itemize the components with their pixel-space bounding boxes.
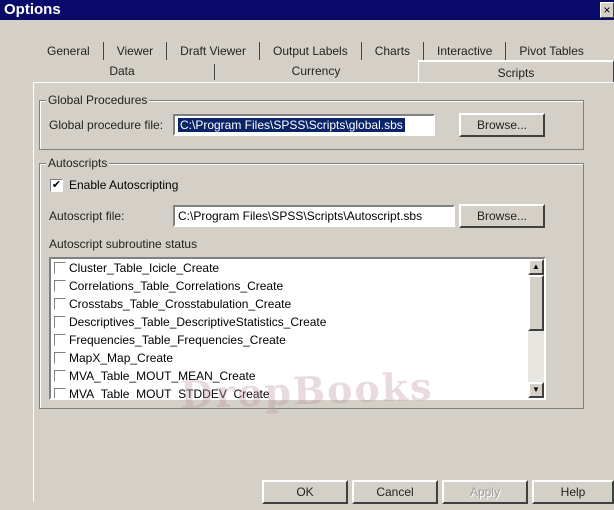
options-dialog: Options × General Viewer Draft Viewer Ou…	[0, 0, 614, 510]
scroll-thumb[interactable]	[528, 275, 544, 331]
autoscript-file-value: C:\Program Files\SPSS\Scripts\Autoscript…	[178, 209, 423, 223]
global-browse-button[interactable]: Browse...	[459, 113, 545, 137]
subroutine-list-items: Cluster_Table_Icicle_Create Correlations…	[51, 259, 544, 398]
global-procedure-file-label: Global procedure file:	[49, 118, 164, 132]
enable-autoscripting-label: Enable Autoscripting	[69, 178, 179, 192]
title-bar: Options ×	[0, 0, 614, 20]
list-item[interactable]: Cluster_Table_Icicle_Create	[51, 259, 544, 277]
list-item-checkbox[interactable]	[54, 370, 66, 382]
help-button[interactable]: Help	[532, 480, 614, 504]
close-icon: ×	[603, 3, 611, 17]
list-item-checkbox[interactable]	[54, 334, 66, 346]
list-item[interactable]: Descriptives_Table_DescriptiveStatistics…	[51, 313, 544, 331]
tab-currency[interactable]: Currency	[216, 60, 416, 82]
global-procedures-label: Global Procedures	[46, 93, 150, 107]
subroutine-list[interactable]: Cluster_Table_Icicle_Create Correlations…	[49, 257, 546, 400]
scroll-up-arrow-icon[interactable]: ▲	[528, 259, 544, 275]
tab-interactive[interactable]: Interactive	[424, 42, 507, 60]
list-item-checkbox[interactable]	[54, 388, 66, 398]
scripts-panel: Global Procedures Global procedure file:…	[33, 82, 614, 502]
tab-output-labels[interactable]: Output Labels	[260, 42, 362, 60]
tab-pivot-tables[interactable]: Pivot Tables	[506, 42, 596, 60]
list-item-checkbox[interactable]	[54, 280, 66, 292]
tab-charts[interactable]: Charts	[362, 42, 425, 60]
autoscript-browse-button[interactable]: Browse...	[459, 204, 545, 228]
global-procedure-file-value: C:\Program Files\SPSS\Scripts\global.sbs	[178, 118, 405, 132]
list-scrollbar[interactable]: ▲ ▼	[528, 259, 544, 398]
autoscripts-group: Autoscripts ✔ Enable Autoscripting Autos…	[39, 156, 584, 409]
list-item[interactable]: Frequencies_Table_Frequencies_Create	[51, 331, 544, 349]
subroutine-status-label: Autoscript subroutine status	[49, 237, 198, 251]
autoscripts-label: Autoscripts	[46, 156, 110, 170]
window-title: Options	[4, 1, 61, 18]
ok-button[interactable]: OK	[262, 480, 348, 504]
tab-row-top: General Viewer Draft Viewer Output Label…	[34, 42, 597, 60]
tab-row-bottom: Data Currency Scripts	[34, 60, 614, 82]
list-item[interactable]: Crosstabs_Table_Crosstabulation_Create	[51, 295, 544, 313]
tab-general[interactable]: General	[34, 42, 104, 60]
list-item[interactable]: MVA_Table_MOUT_MEAN_Create	[51, 367, 544, 385]
global-procedures-group: Global Procedures Global procedure file:…	[39, 93, 584, 150]
apply-button[interactable]: Apply	[442, 480, 528, 504]
list-item-checkbox[interactable]	[54, 262, 66, 274]
enable-autoscripting-checkbox[interactable]: ✔	[50, 178, 63, 192]
autoscript-file-label: Autoscript file:	[49, 209, 125, 223]
cancel-button[interactable]: Cancel	[352, 480, 438, 504]
global-procedure-file-input[interactable]: C:\Program Files\SPSS\Scripts\global.sbs	[173, 114, 435, 136]
tab-divider	[214, 64, 215, 80]
enable-autoscripting-row[interactable]: ✔ Enable Autoscripting	[50, 178, 178, 192]
scroll-down-arrow-icon[interactable]: ▼	[528, 382, 544, 398]
list-item-checkbox[interactable]	[54, 352, 66, 364]
autoscript-file-input[interactable]: C:\Program Files\SPSS\Scripts\Autoscript…	[173, 205, 455, 227]
tab-scripts[interactable]: Scripts	[418, 60, 614, 82]
list-item[interactable]: MVA_Table_MOUT_STDDEV_Create	[51, 385, 544, 398]
close-button[interactable]: ×	[600, 2, 614, 18]
list-item[interactable]: MapX_Map_Create	[51, 349, 544, 367]
tab-data[interactable]: Data	[34, 60, 210, 82]
list-item-checkbox[interactable]	[54, 316, 66, 328]
tab-viewer[interactable]: Viewer	[104, 42, 168, 60]
list-item-checkbox[interactable]	[54, 298, 66, 310]
list-item[interactable]: Correlations_Table_Correlations_Create	[51, 277, 544, 295]
tab-draft-viewer[interactable]: Draft Viewer	[167, 42, 260, 60]
